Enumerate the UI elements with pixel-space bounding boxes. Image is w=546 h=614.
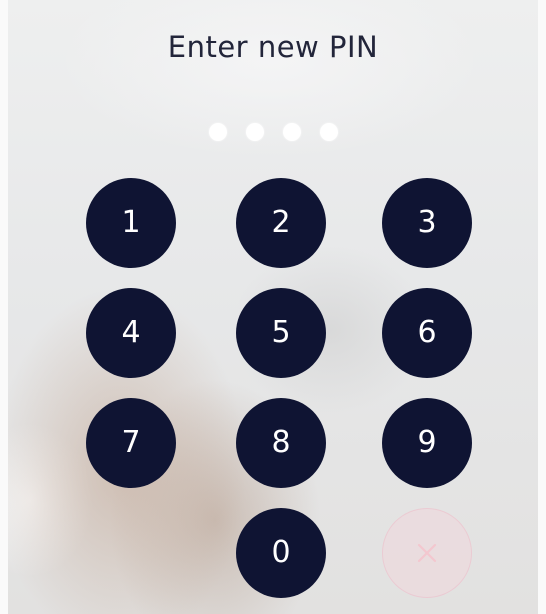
key-label: 8 — [271, 425, 291, 460]
pin-dot — [282, 123, 301, 141]
frame-edge-right — [538, 0, 546, 614]
key-label: 7 — [121, 425, 141, 460]
pin-dot — [319, 123, 338, 141]
key-2-button[interactable]: 2 — [236, 178, 326, 268]
key-7-button[interactable]: 7 — [86, 398, 176, 488]
pin-dot — [208, 123, 227, 141]
key-4-button[interactable]: 4 — [86, 288, 176, 378]
pin-indicator — [0, 123, 546, 141]
key-label: 5 — [271, 315, 291, 350]
key-3-button[interactable]: 3 — [382, 178, 472, 268]
key-label: 2 — [271, 205, 291, 240]
key-label: 9 — [417, 425, 437, 460]
key-label: 3 — [417, 205, 437, 240]
key-label: 4 — [121, 315, 141, 350]
page-title: Enter new PIN — [167, 30, 379, 64]
pin-dot — [245, 123, 264, 141]
key-9-button[interactable]: 9 — [382, 398, 472, 488]
key-label: 0 — [271, 535, 291, 570]
key-5-button[interactable]: 5 — [236, 288, 326, 378]
key-label: 1 — [121, 205, 141, 240]
key-6-button[interactable]: 6 — [382, 288, 472, 378]
key-0-button[interactable]: 0 — [236, 508, 326, 598]
close-icon — [417, 543, 437, 563]
key-label: 6 — [417, 315, 437, 350]
delete-button[interactable] — [382, 508, 472, 598]
pin-entry-screen: Enter new PIN 1 2 3 4 5 6 7 8 9 0 — [0, 0, 546, 614]
key-1-button[interactable]: 1 — [86, 178, 176, 268]
key-8-button[interactable]: 8 — [236, 398, 326, 488]
frame-edge-left — [0, 0, 8, 614]
